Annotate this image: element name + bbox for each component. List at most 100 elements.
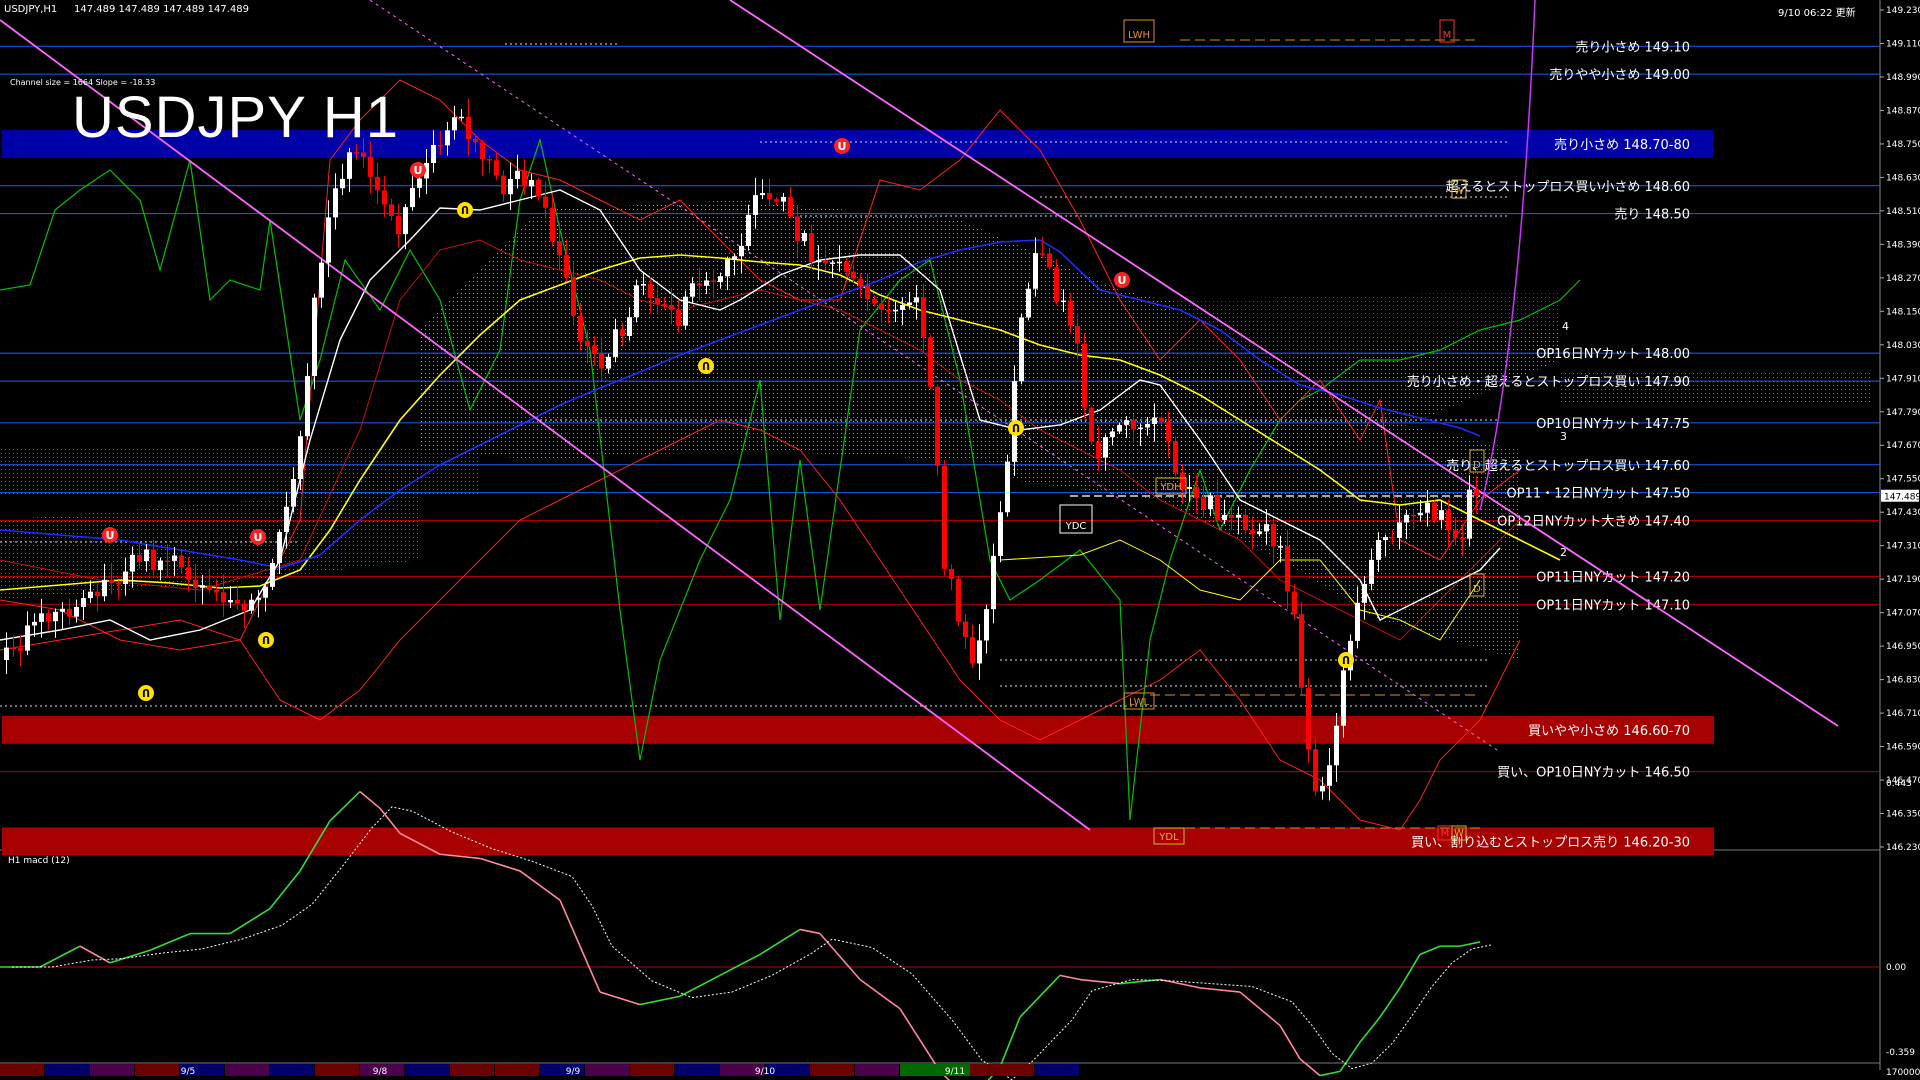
candle-body [1327,765,1332,786]
candle-body [1068,300,1073,327]
d-marker-top-label: D [1473,460,1481,471]
candle-body [1005,461,1010,513]
session-bar-segment [990,1064,1034,1076]
session-bar-segment [45,1064,89,1076]
chart-title: USDJPY H1 [72,85,400,150]
level-label: 売り小さめ 148.70-80 [1554,137,1690,153]
candle-body [655,298,660,305]
candle-body [137,554,142,562]
candle-body [438,144,443,147]
level-label: 売りやや小さめ 149.00 [1549,67,1690,83]
candle-body [844,261,849,272]
candle-body [1075,326,1080,344]
candle-body [571,276,576,316]
candle-body [207,585,212,590]
candle-body [1474,489,1479,496]
candle-body [1369,559,1374,584]
price-axis-label: 146.830 [1886,676,1920,686]
candle-body [1103,437,1108,458]
fractal-up-glyph: U [106,529,115,542]
candle-body [865,285,870,300]
level-label: 売り 148.50 [1614,207,1690,223]
candle-body [1096,441,1101,458]
candle-body [417,178,422,188]
candle-body [935,386,940,466]
candle-body [242,603,247,611]
price-axis-label: 147.190 [1886,575,1920,585]
macd-label: H1 macd (12) [8,856,70,866]
candle-body [963,621,968,637]
candle-body [298,436,303,480]
candle-body [1355,602,1360,641]
candle-body [592,345,597,354]
candle-body [872,299,877,304]
candle-body [172,555,177,561]
candle-body [291,479,296,507]
candle-body [340,178,345,189]
price-axis-label: 149.230 [1886,6,1920,16]
macd-axis-label: 0.00 [1886,963,1906,973]
candle-body [179,555,184,568]
candle-body [1040,253,1045,255]
level-label: OP11・12日NYカット 147.50 [1507,487,1690,502]
candle-body [1215,495,1220,520]
candle-body [102,579,107,597]
header-symbol: USDJPY,H1 [4,4,58,15]
candle-body [60,608,65,612]
session-bar-segment [1035,1064,1079,1076]
level-label: OP11日NYカット 147.10 [1536,598,1690,613]
candle-body [641,284,646,286]
candle-body [816,260,821,263]
candle-body [557,241,562,256]
candle-body [200,585,205,588]
candle-body [1299,614,1304,688]
candle-body [130,554,135,572]
candle-body [403,207,408,235]
price-axis-label: 146.710 [1886,709,1920,719]
candle-body [193,579,198,588]
candle-body [1138,427,1143,430]
wave-label: 2 [1560,546,1567,559]
price-axis-label: 147.430 [1886,508,1920,518]
level-label: 売り、超えるとストップロス買い 147.60 [1446,458,1690,474]
candle-body [32,621,37,626]
candle-body [1033,253,1038,289]
candle-body [1159,417,1164,422]
candle-body [312,297,317,377]
fractal-up-glyph: U [254,531,263,544]
candle-body [116,582,121,585]
candle-body [1201,497,1206,510]
candle-body [914,297,919,303]
candle-body [284,506,289,532]
candle-body [781,196,786,202]
candle-body [788,196,793,217]
level-label: 買い、OP10日NYカット 146.50 [1497,766,1690,781]
candle-body [53,611,58,622]
candle-body [760,193,765,196]
candle-body [1320,785,1325,792]
candle-body [319,262,324,298]
candle-body [823,260,828,264]
candle-body [746,214,751,246]
level-label: 買い、割り込むとストップロス売り 146.20-30 [1411,834,1690,850]
candle-body [515,170,520,180]
candle-body [956,578,961,622]
candle-body [235,599,240,604]
price-axis-label: 147.550 [1886,475,1920,485]
candle-body [900,305,905,310]
candle-body [522,170,527,187]
candle-body [459,116,464,119]
session-bar-segment [810,1064,854,1076]
candle-body [858,278,863,286]
candle-body [942,465,947,569]
session-bar-segment [135,1064,179,1076]
session-bar-segment [585,1064,629,1076]
candle-body [1418,512,1423,516]
chart-canvas[interactable]: 売り小さめ 149.10 売りやや小さめ 149.00 売り小さめ 148.70-8… [0,0,1920,1080]
candle-body [74,606,79,617]
candle-body [711,280,716,283]
m-marker-bottom-label: M [1441,828,1450,839]
fractal-up-glyph: U [1118,274,1127,287]
candle-body [123,571,128,584]
candle-body [984,609,989,641]
